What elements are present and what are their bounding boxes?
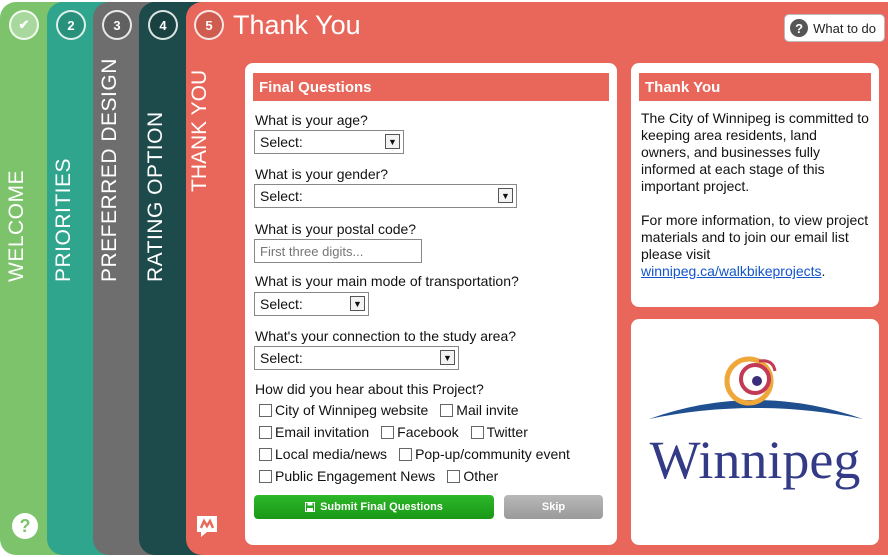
link-suffix: . — [821, 263, 826, 279]
tab-preferred-design-number: 3 — [102, 10, 132, 40]
checkbox-box[interactable] — [399, 447, 413, 461]
hear-about-row: City of Winnipeg website Mail invite — [259, 402, 531, 418]
connection-select-value: Select: — [260, 350, 303, 366]
final-questions-heading: Final Questions — [253, 73, 609, 101]
checkbox-label: City of Winnipeg website — [275, 402, 429, 418]
checkbox-public-engagement-news[interactable]: Public Engagement News — [259, 468, 435, 484]
gender-label: What is your gender? — [255, 166, 389, 182]
gender-select-value: Select: — [260, 188, 303, 204]
hear-about-row: Public Engagement News Other — [259, 468, 510, 484]
checkbox-label: Email invitation — [275, 424, 370, 440]
tab-priorities-label: PRIORITIES — [52, 157, 75, 282]
chat-logo-icon — [197, 516, 217, 537]
thank-you-paragraph-2-text: For more information, to view project ma… — [641, 212, 869, 262]
thank-you-panel: Thank You The City of Winnipeg is commit… — [631, 63, 879, 307]
checkbox-box[interactable] — [259, 403, 272, 417]
submit-label: Submit Final Questions — [320, 501, 443, 513]
question-icon: ? — [790, 19, 809, 37]
checkbox-label: Local media/news — [275, 446, 388, 462]
checkbox-box[interactable] — [259, 469, 272, 483]
checkbox-box[interactable] — [447, 469, 461, 483]
postal-code-label: What is your postal code? — [255, 221, 417, 237]
hear-about-row: Local media/news Pop-up/community event — [259, 446, 582, 462]
checkbox-popup-event[interactable]: Pop-up/community event — [399, 446, 570, 462]
page-title: Thank You — [233, 10, 361, 40]
tab-welcome-label: WELCOME — [5, 169, 28, 282]
checkbox-facebook[interactable]: Facebook — [381, 424, 459, 440]
hear-about-row: Email invitation Facebook Twitter — [259, 424, 540, 440]
what-to-do-button[interactable]: ? What to do — [784, 14, 885, 42]
checkbox-label: Other — [463, 468, 499, 484]
tab-priorities-number: 2 — [56, 10, 86, 40]
transportation-label: What is your main mode of transportation… — [255, 273, 519, 289]
checkbox-label: Twitter — [486, 424, 528, 440]
tab-preferred-design-label: PREFERRED DESIGN — [98, 58, 121, 282]
checkbox-twitter[interactable]: Twitter — [470, 424, 528, 440]
final-questions-panel: Final Questions What is your age? Select… — [245, 63, 617, 545]
checkbox-mail-invite[interactable]: Mail invite — [440, 402, 519, 418]
connection-label: What's your connection to the study area… — [255, 328, 517, 344]
checkbox-label: Public Engagement News — [275, 468, 436, 484]
tab-rating-option-label: RATING OPTION — [144, 111, 167, 282]
checkbox-box[interactable] — [440, 403, 454, 417]
checkbox-label: Pop-up/community event — [415, 446, 570, 462]
tab-rating-option-number: 4 — [148, 10, 178, 40]
age-select-value: Select: — [260, 134, 303, 150]
chevron-down-icon: ▼ — [440, 350, 455, 365]
save-icon — [305, 502, 316, 512]
checkbox-label: Mail invite — [456, 402, 519, 418]
connection-select[interactable]: Select: ▼ — [254, 346, 459, 370]
checkbox-city-website[interactable]: City of Winnipeg website — [259, 402, 428, 418]
checkbox-local-media[interactable]: Local media/news — [259, 446, 387, 462]
chevron-down-icon: ▼ — [350, 296, 365, 311]
thank-you-paragraph-2: For more information, to view project ma… — [641, 212, 869, 280]
submit-final-questions-button[interactable]: Submit Final Questions — [254, 495, 494, 519]
checkbox-box[interactable] — [381, 425, 395, 439]
what-to-do-label: What to do — [813, 20, 876, 36]
skip-button[interactable]: Skip — [504, 495, 603, 519]
postal-code-input[interactable] — [254, 239, 422, 263]
thank-you-paragraph-1: The City of Winnipeg is committed to kee… — [641, 110, 869, 194]
check-icon: ✔ — [9, 10, 39, 40]
checkbox-email-invitation[interactable]: Email invitation — [259, 424, 369, 440]
checkbox-box[interactable] — [259, 447, 272, 461]
chevron-down-icon: ▼ — [385, 134, 400, 149]
chevron-down-icon: ▼ — [498, 188, 513, 203]
hear-about-label: How did you hear about this Project? — [255, 381, 484, 397]
transportation-select[interactable]: Select: ▼ — [254, 292, 369, 316]
age-select[interactable]: Select: ▼ — [254, 130, 404, 154]
walkbike-projects-link[interactable]: winnipeg.ca/walkbikeprojects — [641, 263, 822, 279]
tab-thank-you-number: 5 — [194, 10, 224, 40]
winnipeg-logo-panel: Winnipeg — [631, 319, 879, 545]
winnipeg-wordmark: Winnipeg — [649, 430, 861, 490]
checkbox-other[interactable]: Other — [447, 468, 498, 484]
help-icon[interactable]: ? — [12, 513, 38, 539]
checkbox-box[interactable] — [259, 425, 272, 439]
age-label: What is your age? — [255, 112, 368, 128]
transportation-select-value: Select: — [260, 296, 303, 312]
tab-thank-you-panel: 5 THANK YOU Thank You ? What to do Final… — [186, 2, 888, 555]
thank-you-body: The City of Winnipeg is committed to kee… — [641, 110, 869, 280]
tab-thank-you-label: THANK YOU — [188, 69, 211, 192]
thank-you-heading: Thank You — [639, 73, 871, 101]
checkbox-box[interactable] — [470, 425, 484, 439]
gender-select[interactable]: Select: ▼ — [254, 184, 517, 208]
checkbox-label: Facebook — [397, 424, 459, 440]
